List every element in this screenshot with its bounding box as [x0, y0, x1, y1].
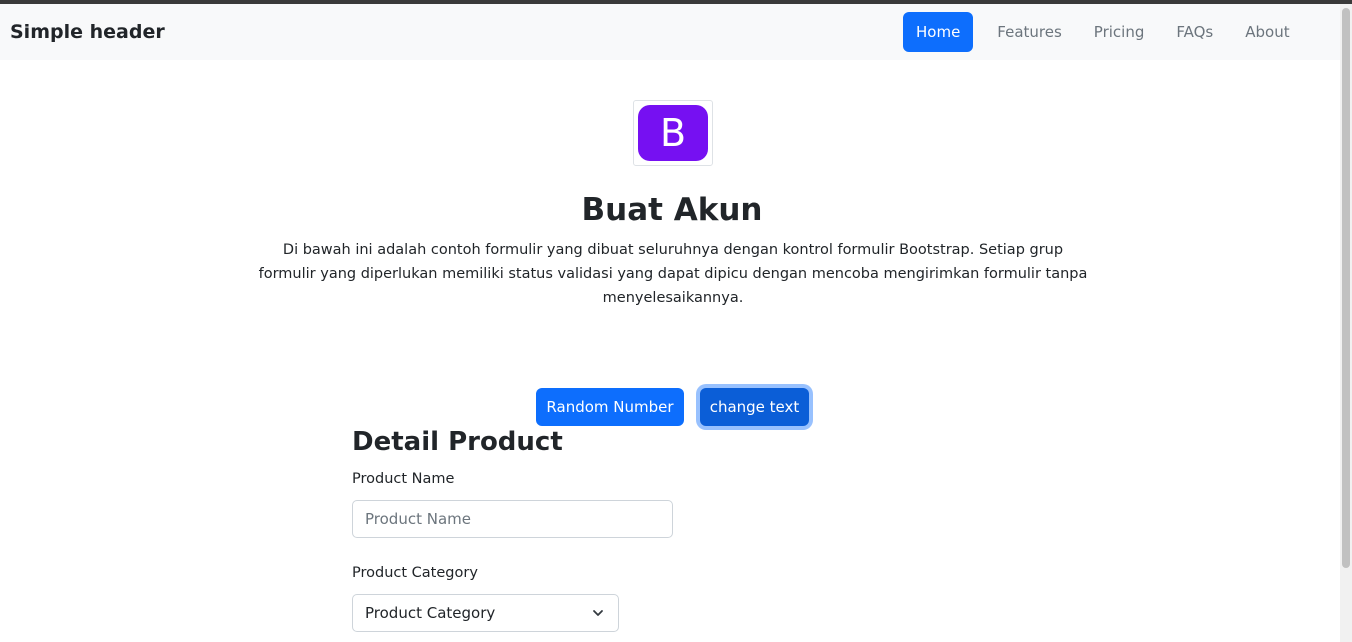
- section-title: Detail Product: [352, 427, 563, 457]
- product-category-label: Product Category: [352, 565, 478, 581]
- nav-link-home[interactable]: Home: [903, 12, 974, 52]
- product-name-input[interactable]: [352, 500, 673, 538]
- bootstrap-logo: B: [633, 100, 713, 166]
- page-scrollbar[interactable]: [1340, 4, 1352, 642]
- bootstrap-logo-icon: B: [638, 105, 708, 161]
- random-number-button[interactable]: Random Number: [536, 388, 684, 426]
- scrollbar-thumb[interactable]: [1342, 8, 1350, 568]
- change-text-button[interactable]: change text: [700, 388, 809, 426]
- brand-title[interactable]: Simple header: [10, 21, 165, 43]
- page-description: Di bawah ini adalah contoh formulir yang…: [258, 242, 1088, 306]
- navbar: Simple header Home Features Pricing FAQs…: [0, 4, 1340, 60]
- chevron-down-icon: [593, 610, 603, 616]
- product-category-select[interactable]: Product Category: [352, 594, 619, 632]
- nav-links: Home Features Pricing FAQs About: [903, 12, 1306, 52]
- nav-link-pricing[interactable]: Pricing: [1078, 12, 1161, 52]
- nav-link-faqs[interactable]: FAQs: [1160, 12, 1229, 52]
- product-name-label: Product Name: [352, 471, 455, 487]
- page-title: Buat Akun: [581, 192, 763, 228]
- nav-link-features[interactable]: Features: [981, 12, 1078, 52]
- product-category-value: Product Category: [365, 604, 496, 622]
- nav-link-about[interactable]: About: [1229, 12, 1305, 52]
